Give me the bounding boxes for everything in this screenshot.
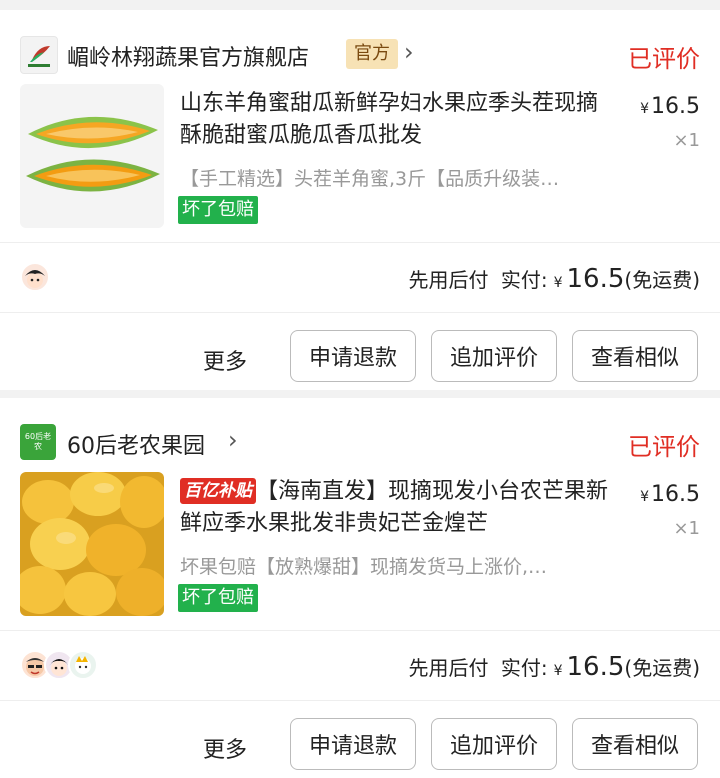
product-title[interactable]: 山东羊角蜜甜瓜新鲜孕妇水果应季头茬现摘酥脆甜蜜瓜脆瓜香瓜批发	[180, 88, 610, 152]
product-quantity: ×1	[673, 130, 700, 151]
official-badge: 官方	[346, 39, 398, 69]
divider	[0, 312, 720, 313]
pay-method: 先用后付	[408, 268, 489, 292]
shop-header[interactable]: 嵋岭林翔蔬果官方旗舰店 官方 › 已评价	[0, 24, 720, 74]
add-review-button[interactable]: 追加评价	[431, 718, 557, 770]
order-card: 60后老农 60后老农果园 › 已评价 百亿补贴 【海南直发】现摘现发小台农芒果新…	[0, 398, 720, 778]
product-quantity: ×1	[673, 518, 700, 539]
divider	[0, 700, 720, 701]
find-similar-button[interactable]: 查看相似	[572, 330, 698, 382]
paid-label: 实付:	[500, 268, 548, 292]
shop-logo: 60后老农	[20, 424, 56, 460]
avatar	[20, 262, 50, 292]
add-review-button[interactable]: 追加评价	[431, 330, 557, 382]
payment-summary: 先用后付 实付: ¥16.5(免运费)	[408, 652, 700, 682]
more-button[interactable]: 更多	[203, 344, 247, 376]
product-price: ¥16.5	[640, 94, 700, 119]
shop-name[interactable]: 60后老农果园	[67, 428, 205, 460]
avatar	[68, 650, 98, 680]
guarantee-badge: 坏了包赔	[178, 196, 258, 224]
product-image[interactable]	[20, 84, 164, 228]
order-card: 嵋岭林翔蔬果官方旗舰店 官方 › 已评价 山东羊角蜜甜瓜新鲜孕妇水果应季头茬现摘…	[0, 10, 720, 390]
paid-amount: 16.5	[566, 264, 625, 294]
guarantee-badge: 坏了包赔	[178, 584, 258, 612]
product-image[interactable]	[20, 472, 164, 616]
product-price: ¥16.5	[640, 482, 700, 507]
product-spec: 坏果包赔【放熟爆甜】现摘发货马上涨价,…	[180, 556, 548, 578]
shipping-note: (免运费)	[624, 656, 700, 680]
shipping-note: (免运费)	[624, 268, 700, 292]
chevron-right-icon[interactable]: ›	[404, 38, 414, 66]
divider	[0, 630, 720, 631]
mango-image	[20, 472, 164, 616]
order-status: 已评价	[628, 433, 700, 461]
melon-image	[20, 84, 164, 228]
more-button[interactable]: 更多	[203, 732, 247, 764]
paid-amount: 16.5	[566, 652, 625, 682]
order-status: 已评价	[628, 45, 700, 73]
subsidy-tag: 百亿补贴	[180, 478, 256, 504]
shop-logo	[20, 36, 58, 74]
product-spec: 【手工精选】头茬羊角蜜,3斤【品质升级装…	[180, 168, 560, 190]
leaf-logo-icon	[28, 46, 50, 67]
refund-button[interactable]: 申请退款	[290, 718, 416, 770]
shop-name[interactable]: 嵋岭林翔蔬果官方旗舰店	[67, 40, 309, 72]
refund-button[interactable]: 申请退款	[290, 330, 416, 382]
chevron-right-icon[interactable]: ›	[228, 426, 238, 454]
shop-header[interactable]: 60后老农 60后老农果园 › 已评价	[0, 412, 720, 462]
find-similar-button[interactable]: 查看相似	[572, 718, 698, 770]
product-title[interactable]: 百亿补贴 【海南直发】现摘现发小台农芒果新鲜应季水果批发非贵妃芒金煌芒	[180, 476, 610, 540]
top-gap	[0, 0, 720, 10]
divider	[0, 242, 720, 243]
pay-method: 先用后付	[408, 656, 489, 680]
paid-label: 实付:	[500, 656, 548, 680]
payment-summary: 先用后付 实付: ¥16.5(免运费)	[408, 264, 700, 294]
